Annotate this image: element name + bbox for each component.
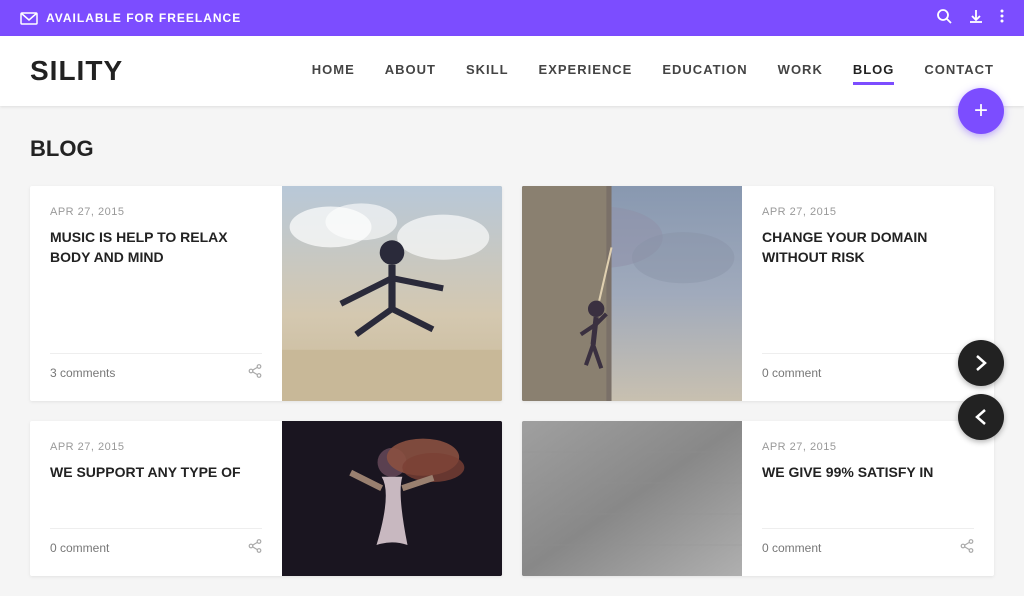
blog-card-2-title: CHANGE YOUR DOMAIN WITHOUT RISK bbox=[762, 228, 974, 267]
blog-grid: APR 27, 2015 MUSIC IS HELP TO RELAX BODY… bbox=[30, 186, 994, 576]
nav-skill[interactable]: SKILL bbox=[466, 62, 509, 81]
nav-contact[interactable]: CONTACT bbox=[924, 62, 994, 81]
blog-card-2-text: APR 27, 2015 CHANGE YOUR DOMAIN WITHOUT … bbox=[742, 186, 994, 401]
blog-card-4-footer: 0 comment bbox=[762, 528, 974, 556]
blog-card-3-text: APR 27, 2015 WE SUPPORT ANY TYPE OF 0 co… bbox=[30, 421, 282, 576]
header: SILITY HOME ABOUT SKILL EXPERIENCE EDUCA… bbox=[0, 36, 1024, 106]
logo: SILITY bbox=[30, 55, 123, 87]
blog-card-3-image bbox=[282, 421, 502, 576]
blog-card-1-image bbox=[282, 186, 502, 401]
blog-card-4-image bbox=[522, 421, 742, 576]
section-title: BLOG bbox=[30, 136, 994, 162]
top-bar-actions bbox=[936, 8, 1004, 29]
more-icon[interactable] bbox=[1000, 8, 1004, 29]
fab-button[interactable]: + bbox=[958, 88, 1004, 134]
nav-work[interactable]: WORK bbox=[778, 62, 823, 81]
nav-home[interactable]: HOME bbox=[312, 62, 355, 81]
available-text: AVAILABLE FOR FREELANCE bbox=[46, 11, 241, 25]
blog-card-2-date: APR 27, 2015 bbox=[762, 206, 974, 218]
blog-card-1-text: APR 27, 2015 MUSIC IS HELP TO RELAX BODY… bbox=[30, 186, 282, 401]
blog-card-4-date: APR 27, 2015 bbox=[762, 441, 974, 453]
blog-card-1-date: APR 27, 2015 bbox=[50, 206, 262, 218]
blog-card-1-footer: 3 comments bbox=[50, 353, 262, 381]
envelope-icon bbox=[20, 12, 38, 25]
blog-card-2: APR 27, 2015 CHANGE YOUR DOMAIN WITHOUT … bbox=[522, 186, 994, 401]
nav-experience[interactable]: EXPERIENCE bbox=[539, 62, 633, 81]
blog-card-2-image bbox=[522, 186, 742, 401]
blog-card-3: APR 27, 2015 WE SUPPORT ANY TYPE OF 0 co… bbox=[30, 421, 502, 576]
blog-card-4-comments: 0 comment bbox=[762, 541, 821, 555]
blog-card-4-title: WE GIVE 99% SATISFY IN bbox=[762, 463, 974, 483]
nav-education[interactable]: EDUCATION bbox=[662, 62, 747, 81]
nav-arrows bbox=[958, 340, 1004, 440]
blog-card-3-title: WE SUPPORT ANY TYPE OF bbox=[50, 463, 262, 483]
blog-card-2-footer: 0 comment bbox=[762, 353, 974, 381]
next-arrow[interactable] bbox=[958, 340, 1004, 386]
blog-card-4-text: APR 27, 2015 WE GIVE 99% SATISFY IN 0 co… bbox=[742, 421, 994, 576]
download-icon[interactable] bbox=[968, 8, 984, 29]
nav-blog[interactable]: BLOG bbox=[853, 62, 895, 81]
blog-card-2-comments: 0 comment bbox=[762, 366, 821, 380]
share-icon-3[interactable] bbox=[248, 539, 262, 556]
blog-card-3-comments: 0 comment bbox=[50, 541, 109, 555]
share-icon-1[interactable] bbox=[248, 364, 262, 381]
blog-card-4: APR 27, 2015 WE GIVE 99% SATISFY IN 0 co… bbox=[522, 421, 994, 576]
blog-card-1-comments: 3 comments bbox=[50, 366, 115, 380]
nav-about[interactable]: ABOUT bbox=[385, 62, 436, 81]
top-bar: AVAILABLE FOR FREELANCE bbox=[0, 0, 1024, 36]
blog-card-3-date: APR 27, 2015 bbox=[50, 441, 262, 453]
top-bar-message: AVAILABLE FOR FREELANCE bbox=[20, 11, 241, 25]
share-icon-4[interactable] bbox=[960, 539, 974, 556]
blog-card-1: APR 27, 2015 MUSIC IS HELP TO RELAX BODY… bbox=[30, 186, 502, 401]
blog-card-1-title: MUSIC IS HELP TO RELAX BODY AND MIND bbox=[50, 228, 262, 267]
main-content: BLOG APR 27, 2015 MUSIC IS HELP TO RELAX… bbox=[0, 106, 1024, 596]
navigation: HOME ABOUT SKILL EXPERIENCE EDUCATION WO… bbox=[312, 62, 994, 81]
search-icon[interactable] bbox=[936, 8, 952, 29]
prev-arrow[interactable] bbox=[958, 394, 1004, 440]
blog-card-3-footer: 0 comment bbox=[50, 528, 262, 556]
